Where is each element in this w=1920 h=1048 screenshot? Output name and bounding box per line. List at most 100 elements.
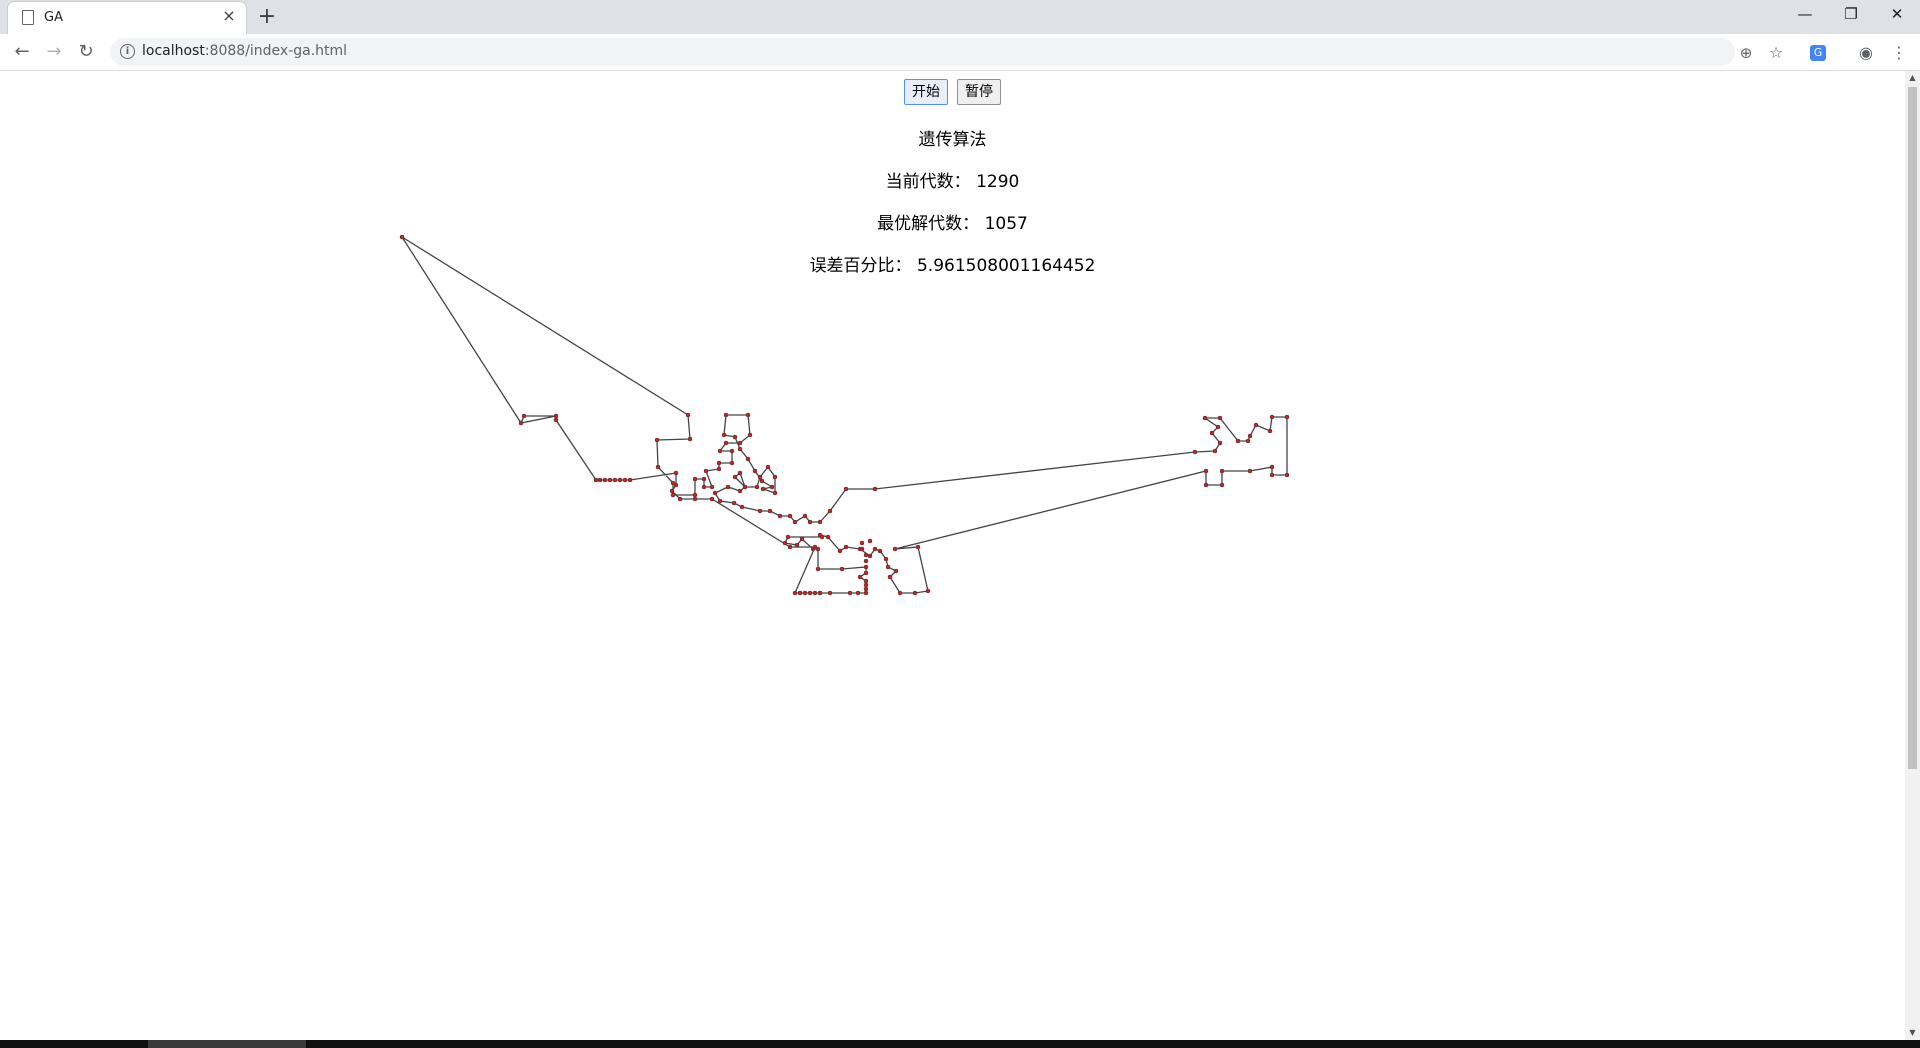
scroll-thumb[interactable] (1908, 87, 1917, 769)
city-point (867, 538, 873, 544)
city-point (553, 413, 559, 419)
tour-line (401, 236, 1288, 594)
reload-icon[interactable]: ↻ (72, 38, 100, 66)
city-point (669, 488, 675, 494)
city-point (685, 412, 691, 418)
city-point (747, 432, 753, 438)
city-point (807, 590, 813, 596)
city-point (877, 548, 883, 554)
back-icon[interactable]: ← (8, 38, 36, 66)
city-point (703, 468, 709, 474)
close-icon[interactable]: × (220, 7, 238, 25)
city-point (1269, 414, 1275, 420)
city-point (654, 437, 660, 443)
info-icon[interactable]: i (120, 44, 135, 59)
city-point (729, 448, 735, 454)
city-point (731, 500, 737, 506)
city-point (687, 436, 693, 442)
tab-ga[interactable]: GA × (8, 2, 246, 34)
city-point (553, 417, 559, 423)
city-point (863, 582, 869, 588)
star-icon[interactable]: ☆ (1765, 42, 1787, 64)
city-point (799, 536, 805, 542)
city-point (673, 470, 679, 476)
city-point (1219, 468, 1225, 474)
city-point (897, 590, 903, 596)
city-point (721, 432, 727, 438)
city-point (712, 490, 718, 496)
city-point (737, 446, 743, 452)
city-point (815, 566, 821, 572)
city-point (827, 508, 833, 514)
translate-icon[interactable]: G (1810, 45, 1826, 61)
city-point (767, 508, 773, 514)
city-point (794, 542, 800, 548)
city-point (1203, 468, 1209, 474)
city-point (1269, 464, 1275, 470)
account-icon[interactable]: ◉ (1855, 42, 1877, 64)
city-point (752, 468, 758, 474)
city-point (1219, 482, 1225, 488)
city-point (737, 470, 743, 476)
toolbar: ← → ↻ i localhost:8088/index-ga.html ⊕ ☆… (0, 34, 1920, 71)
city-point (716, 460, 722, 466)
city-point (717, 498, 723, 504)
city-point (742, 484, 748, 490)
city-point (1267, 428, 1273, 434)
city-point (677, 496, 683, 502)
city-point (817, 590, 823, 596)
scroll-up-icon[interactable]: ▲ (1905, 71, 1920, 85)
city-point (737, 488, 743, 494)
city-point (925, 588, 931, 594)
city-point (729, 460, 735, 466)
city-point (612, 477, 618, 483)
city-point (819, 534, 825, 540)
city-point (627, 477, 633, 483)
city-point (769, 484, 775, 490)
city-point (785, 534, 791, 540)
url-text[interactable]: localhost:8088/index-ga.html (142, 43, 347, 59)
city-point (757, 508, 763, 514)
tab-title: GA (44, 10, 63, 25)
restore-icon[interactable]: ❐ (1828, 0, 1874, 30)
city-point (617, 477, 623, 483)
minimize-icon[interactable]: — (1782, 0, 1828, 30)
city-point (857, 574, 863, 580)
taskbar (0, 1040, 1920, 1048)
city-point (1284, 472, 1290, 478)
city-point (673, 482, 679, 488)
city-point (717, 448, 723, 454)
address-bar[interactable]: i localhost:8088/index-ga.html ⊕ (110, 38, 1752, 66)
city-point (701, 484, 707, 490)
city-point (521, 413, 527, 419)
city-point (622, 477, 628, 483)
window-close-icon[interactable]: ✕ (1874, 0, 1920, 30)
scroll-down-icon[interactable]: ▼ (1905, 1026, 1920, 1040)
city-point (593, 477, 599, 483)
city-point (709, 484, 715, 490)
city-point (732, 474, 738, 480)
city-point (885, 564, 891, 570)
zoom-icon[interactable]: ⊕ (1735, 42, 1757, 64)
city-point (825, 534, 831, 540)
forward-icon[interactable]: → (40, 38, 68, 66)
city-point (723, 440, 729, 446)
city-point (863, 564, 869, 570)
city-point (883, 556, 889, 562)
city-point (754, 484, 760, 490)
city-point (872, 486, 878, 492)
city-point (709, 496, 715, 502)
city-point (859, 546, 865, 552)
city-point (655, 464, 661, 470)
city-point (843, 486, 849, 492)
city-point (745, 412, 751, 418)
city-point (759, 478, 765, 484)
city-point (1269, 472, 1275, 478)
menu-icon[interactable]: ⋮ (1888, 42, 1910, 64)
city-point (843, 544, 849, 550)
plus-icon[interactable]: + (254, 5, 280, 31)
taskbar-active-item[interactable] (148, 1040, 306, 1048)
city-point (399, 234, 405, 240)
city-point (745, 456, 751, 462)
scrollbar[interactable]: ▲ ▼ (1905, 71, 1920, 1040)
